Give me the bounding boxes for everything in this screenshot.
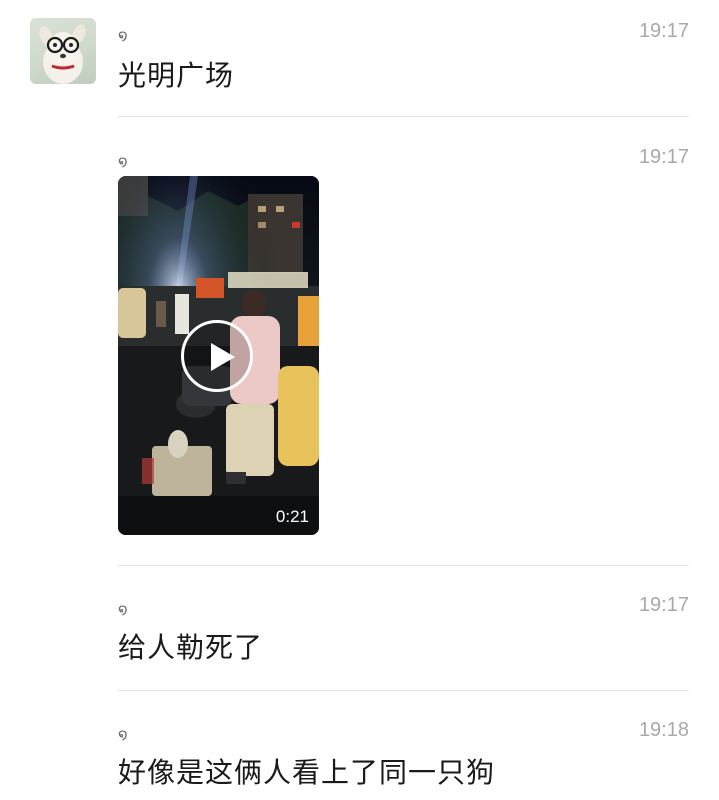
sender-name: ໑ — [118, 152, 128, 170]
play-icon[interactable] — [181, 320, 253, 392]
chat-message[interactable]: ໑ 19:17 光明广场 — [118, 20, 689, 92]
message-text: 好像是这俩人看上了同一只狗 — [118, 756, 496, 789]
chat-message[interactable]: ໑ 19:17 0:21 — [118, 146, 689, 542]
message-divider — [118, 565, 689, 566]
chat-history: ໑ 19:17 光明广场 ໑ 19:17 0:21 ໑ 19:17 给人勒死了 … — [0, 0, 719, 800]
message-text: 给人勒死了 — [118, 631, 264, 664]
video-thumbnail[interactable]: 0:21 — [118, 176, 319, 535]
sender-name: ໑ — [118, 600, 128, 618]
dog-with-glasses-avatar[interactable] — [30, 18, 96, 84]
message-text: 光明广场 — [118, 59, 235, 92]
message-divider — [118, 690, 689, 691]
message-time: 19:18 — [638, 719, 689, 741]
message-time: 19:17 — [638, 20, 689, 42]
video-duration: 0:21 — [275, 507, 309, 526]
message-time: 19:17 — [638, 594, 689, 616]
sender-name: ໑ — [118, 725, 128, 743]
sender-name: ໑ — [118, 26, 128, 44]
message-divider — [118, 116, 689, 117]
chat-message[interactable]: ໑ 19:18 好像是这俩人看上了同一只狗 — [118, 719, 689, 795]
chat-message[interactable]: ໑ 19:17 给人勒死了 — [118, 594, 689, 664]
message-time: 19:17 — [638, 146, 689, 168]
